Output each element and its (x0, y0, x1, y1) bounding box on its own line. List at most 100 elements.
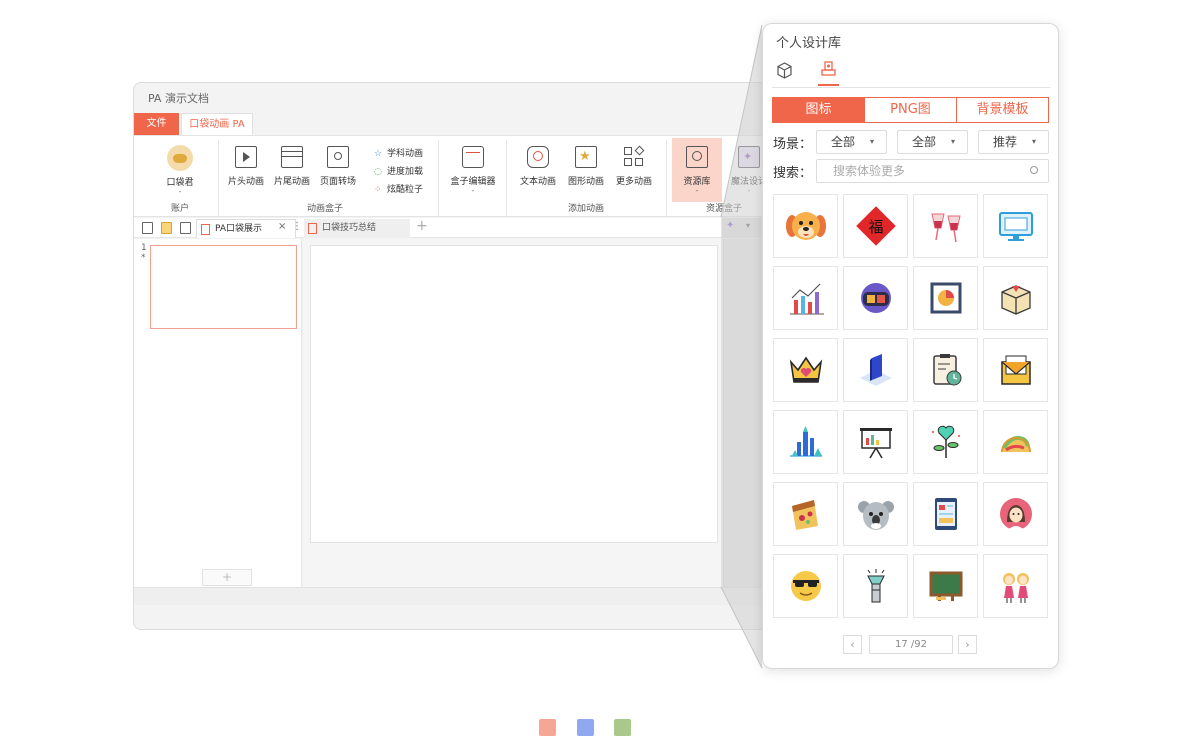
pie-chart-board-icon[interactable] (913, 266, 978, 330)
scene-filter-dropdown[interactable]: 全部 ▾ (816, 130, 887, 154)
slide-thumbnails-pane: 1 * + (134, 239, 302, 587)
fu-character-icon[interactable]: 福 (843, 194, 908, 258)
page-turn-label: 页面转场 (319, 177, 356, 187)
isometric-book-icon[interactable] (843, 338, 908, 402)
resource-library-arrow: - (695, 186, 699, 195)
resource-library-button[interactable]: 资源库 - (672, 138, 722, 202)
tab-pocket-animation[interactable]: 口袋动画 PA (181, 113, 253, 135)
panel-title: 个人设计库 (776, 36, 842, 51)
category-filter-dropdown[interactable]: 全部 ▾ (897, 130, 968, 154)
search-input[interactable]: 搜索体验更多 (816, 159, 1049, 183)
document-icon (308, 223, 317, 234)
magic-wand-icon: ✦ (738, 146, 760, 168)
city-skyline-icon[interactable] (773, 410, 838, 474)
shape-animation-button[interactable]: ★ 图形动画 (563, 144, 609, 187)
head-animation-label: 片头动画 (227, 177, 264, 187)
carousel-dot-3[interactable] (614, 719, 631, 736)
tab-background-templates[interactable]: 背景模板 (957, 98, 1048, 122)
tab-icons[interactable]: 图标 (773, 98, 865, 122)
presentation-board-icon[interactable] (843, 410, 908, 474)
page-turn-button[interactable]: 页面转场 (315, 144, 361, 187)
save-icon[interactable] (180, 222, 191, 234)
wine-glasses-icon (930, 213, 961, 243)
particles-button[interactable]: ⁘ 炫酷粒子 (374, 182, 423, 195)
sort-dropdown[interactable]: 推荐 ▾ (978, 130, 1049, 154)
new-file-icon[interactable] (142, 222, 153, 234)
grid-shapes-icon (623, 145, 645, 168)
gift-box-icon[interactable] (983, 266, 1048, 330)
dog-face-icon[interactable] (773, 194, 838, 258)
taco-icon[interactable] (983, 410, 1048, 474)
account-arrow: - (178, 187, 182, 196)
two-girls-icon[interactable] (983, 554, 1048, 618)
koala-icon[interactable] (843, 482, 908, 546)
account-button[interactable]: 口袋君 - (157, 144, 203, 196)
head-animation-button[interactable]: 片头动画 (223, 144, 269, 187)
text-animation-button[interactable]: 文本动画 (515, 144, 561, 187)
resource-library-icon (686, 146, 708, 168)
slide-thumbnail[interactable] (150, 245, 297, 329)
avatar (167, 145, 193, 171)
cool-smiley-icon (790, 571, 821, 601)
two-girls-icon (1002, 573, 1029, 603)
doc-tab-inactive[interactable]: 口袋技巧总结 (304, 219, 410, 238)
tail-animation-label: 片尾动画 (273, 177, 310, 187)
open-folder-icon[interactable] (161, 222, 172, 234)
box-editor-button[interactable]: 盒子编辑器 - (448, 144, 498, 195)
page-transition-icon (327, 146, 349, 168)
presentation-board-icon (859, 428, 892, 459)
slide-number: 1 * (141, 243, 147, 263)
tab-png[interactable]: PNG图 (865, 98, 957, 122)
magic-wand-icon[interactable]: ✦ (726, 220, 734, 231)
heart-plant-icon[interactable] (913, 410, 978, 474)
search-icon[interactable] (1030, 166, 1038, 174)
add-tab-icon[interactable]: + (416, 218, 428, 234)
caret-icon: ▾ (1031, 137, 1036, 146)
gift-box-icon (1000, 285, 1031, 315)
progress-loading-button[interactable]: ◌ 进度加载 (374, 164, 423, 177)
caret-icon: ▾ (869, 137, 874, 146)
dropdown-value: 全部 (831, 135, 856, 149)
prev-page-button[interactable]: ‹ (843, 635, 862, 654)
status-bar (134, 587, 772, 605)
blackboard-icon[interactable] (913, 554, 978, 618)
heart-plant-icon (931, 425, 960, 458)
cube-icon[interactable] (776, 62, 793, 79)
envelope-heart-icon[interactable] (983, 338, 1048, 402)
search-placeholder: 搜索体验更多 (833, 164, 906, 178)
clapperboard-icon (281, 146, 303, 168)
computer-monitor-icon[interactable] (983, 194, 1048, 258)
slide-canvas[interactable] (310, 245, 718, 543)
chevron-down-icon[interactable]: ▾ (746, 221, 750, 230)
more-animation-button[interactable]: 更多动画 (611, 144, 657, 187)
tab-menu-icon[interactable]: ⋮ (292, 221, 302, 232)
page-number-input[interactable]: 17 /92 (869, 635, 953, 654)
wine-glasses-icon[interactable] (913, 194, 978, 258)
flashlight-icon[interactable] (843, 554, 908, 618)
add-slide-button[interactable]: + (202, 569, 252, 586)
resource-stamp-icon[interactable] (820, 60, 837, 77)
girl-avatar-icon[interactable] (983, 482, 1048, 546)
carousel-dot-1[interactable] (539, 719, 556, 736)
carousel-dot-2[interactable] (577, 719, 594, 736)
library-type-tabs: 图标 PNG图 背景模板 (772, 97, 1049, 123)
virtual-reality-icon[interactable] (843, 266, 908, 330)
fu-character-icon: 福 (855, 206, 896, 246)
close-tab-icon[interactable]: × (278, 221, 286, 232)
tail-animation-button[interactable]: 片尾动画 (269, 144, 315, 187)
clipboard-clock-icon[interactable] (913, 338, 978, 402)
current-page: 17 (894, 639, 908, 650)
pizza-slice-icon[interactable] (773, 482, 838, 546)
envelope-heart-icon (1000, 355, 1031, 385)
cool-smiley-icon[interactable] (773, 554, 838, 618)
next-page-button[interactable]: › (958, 635, 977, 654)
bar-chart-icon[interactable] (773, 266, 838, 330)
group-account: 账户 (170, 204, 189, 214)
subject-animation-label: 学科动画 (387, 149, 424, 159)
flashlight-icon (866, 569, 885, 603)
group-resource-box: 资源盒子 (705, 204, 742, 214)
crown-heart-icon[interactable] (773, 338, 838, 402)
subject-animation-button[interactable]: ☆ 学科动画 (374, 146, 423, 159)
tablet-icon[interactable] (913, 482, 978, 546)
tab-file[interactable]: 文件 (134, 113, 179, 135)
